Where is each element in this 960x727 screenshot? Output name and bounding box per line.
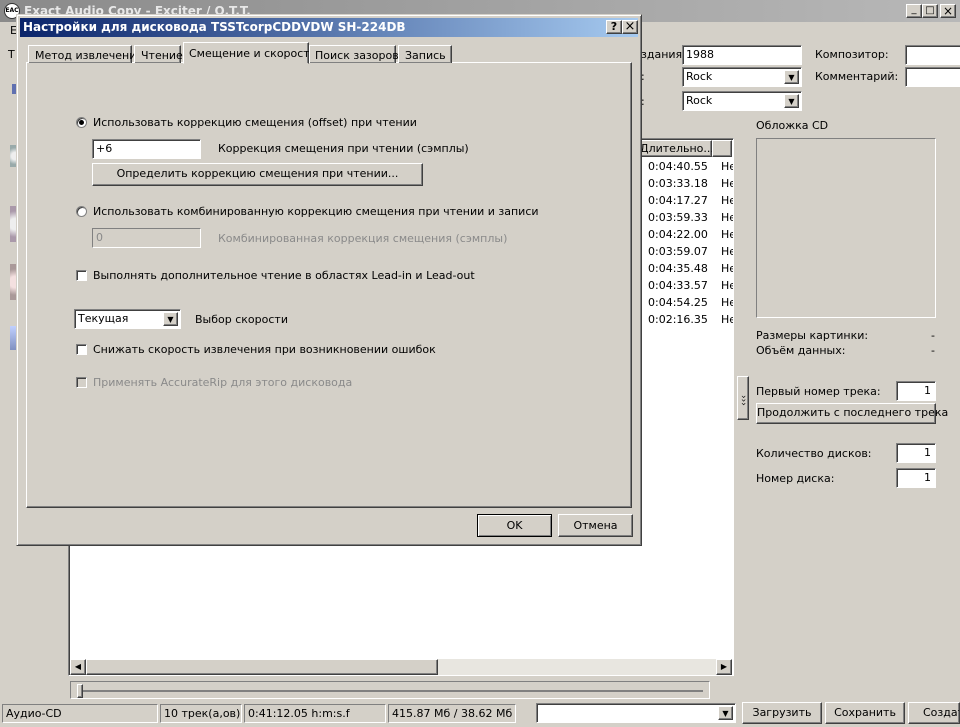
status-mode: Аудио-CD xyxy=(2,704,158,723)
tab-offset-speed[interactable]: Смещение и скорость xyxy=(183,42,316,64)
combined-offset-radio[interactable] xyxy=(76,206,87,217)
genre-select[interactable]: Rock ▼ xyxy=(682,67,802,87)
image-size-label: Размеры картинки: xyxy=(756,329,869,342)
accuraterip-checkbox[interactable] xyxy=(76,377,87,388)
tab-reading[interactable]: Чтение xyxy=(134,45,183,63)
tab-extraction-method[interactable]: Метод извлечения xyxy=(28,45,143,63)
track-duration: 0:03:33.18 xyxy=(648,177,708,190)
track-status: Не xyxy=(721,279,733,292)
accuraterip-label: Применять AccurateRip для этого дисковод… xyxy=(93,376,353,389)
comment-label: Комментарий: xyxy=(815,70,899,83)
track-status: Не xyxy=(721,228,733,241)
dialog-titlebar: Настройки для дисковода TSSTcorpCDDVDW S… xyxy=(20,18,638,37)
combined-input-label: Комбинированная коррекция смещения (сэмп… xyxy=(218,232,508,245)
data-size-label: Объём данных: xyxy=(756,344,846,357)
track-status: Не xyxy=(721,313,733,326)
reduce-speed-checkbox[interactable] xyxy=(76,344,87,355)
track-duration: 0:02:16.35 xyxy=(648,313,708,326)
cover-image-box[interactable] xyxy=(756,138,936,318)
track-status: Не xyxy=(721,245,733,258)
ok-button[interactable]: OK xyxy=(477,514,552,537)
status-column-header[interactable] xyxy=(712,140,732,157)
composer-input[interactable] xyxy=(905,45,960,65)
duration-column-header[interactable]: Длительно... xyxy=(636,140,714,157)
dialog-close-button[interactable]: × xyxy=(622,20,638,34)
comment-input[interactable] xyxy=(905,67,960,87)
disc-count-input[interactable]: 1 xyxy=(896,443,936,463)
year-input[interactable]: 1988 xyxy=(682,45,802,65)
track-status: Не xyxy=(721,211,733,224)
data-size-value: - xyxy=(931,344,935,357)
status-total-time: 0:41:12.05 h:m:s.f xyxy=(244,704,386,723)
first-track-input[interactable]: 1 xyxy=(896,381,936,401)
continue-numbering-button[interactable]: Продолжить с последнего трека xyxy=(756,403,948,424)
track-duration: 0:03:59.07 xyxy=(648,245,708,258)
chevron-down-icon[interactable]: ▼ xyxy=(784,94,799,108)
panel-collapse-button[interactable]: ››› xyxy=(737,376,749,420)
year-label: здания: xyxy=(641,48,686,61)
combined-offset-input[interactable]: 0 xyxy=(92,228,201,248)
track-status: Не xyxy=(721,177,733,190)
speed-select[interactable]: Текущая ▼ xyxy=(74,309,181,329)
tab-gap-detection[interactable]: Поиск зазоров xyxy=(309,45,399,63)
speed-label: Выбор скорости xyxy=(195,313,288,326)
close-window-button[interactable]: × xyxy=(940,4,956,18)
track-duration: 0:04:40.55 xyxy=(648,160,708,173)
scroll-right-icon[interactable]: ▶ xyxy=(716,659,732,675)
create-button[interactable]: Создат xyxy=(908,702,960,724)
scroll-left-icon[interactable]: ◀ xyxy=(70,659,86,675)
composer-label: Композитор: xyxy=(815,48,889,61)
track-duration: 0:04:54.25 xyxy=(648,296,708,309)
maximize-button[interactable]: □ xyxy=(922,4,938,18)
track-duration: 0:04:35.48 xyxy=(648,262,708,275)
track-status: Не xyxy=(721,296,733,309)
offset-radio[interactable] xyxy=(76,117,87,128)
track-status: Не xyxy=(721,262,733,275)
settings-dialog: Настройки для дисковода TSSTcorpCDDVDW S… xyxy=(16,14,642,546)
help-button[interactable]: ? xyxy=(606,20,622,34)
cancel-button[interactable]: Отмена xyxy=(558,514,633,537)
toolbar-label: T xyxy=(8,48,15,61)
chevron-down-icon[interactable]: ▼ xyxy=(784,70,799,84)
minimize-button[interactable]: _ xyxy=(906,4,922,18)
chevron-down-icon[interactable]: ▼ xyxy=(163,312,178,326)
dialog-title: Настройки для дисковода TSSTcorpCDDVDW S… xyxy=(23,20,406,34)
track-status: Не xyxy=(721,194,733,207)
slider-thumb[interactable] xyxy=(77,684,83,698)
tab-writing[interactable]: Запись xyxy=(398,45,452,63)
first-track-label: Первый номер трека: xyxy=(756,385,881,398)
track-duration: 0:04:17.27 xyxy=(648,194,708,207)
offset-input[interactable]: +6 xyxy=(92,139,201,159)
disc-number-label: Номер диска: xyxy=(756,472,835,485)
slider-track xyxy=(77,690,703,692)
cover-label: Обложка CD xyxy=(756,119,829,132)
offset-input-label: Коррекция смещения при чтении (сэмплы) xyxy=(218,142,469,155)
status-select[interactable]: ▼ xyxy=(536,703,736,723)
disc-number-input[interactable]: 1 xyxy=(896,468,936,488)
combined-radio-label[interactable]: Использовать комбинированную коррекцию с… xyxy=(93,205,539,218)
track-status: Не xyxy=(721,160,733,173)
save-button[interactable]: Сохранить xyxy=(825,702,905,724)
chevron-down-icon[interactable]: ▼ xyxy=(718,706,733,720)
status-track-count: 10 трек(а,ов) xyxy=(160,704,242,723)
leadin-checkbox-label[interactable]: Выполнять дополнительное чтение в област… xyxy=(93,269,475,282)
status-size: 415.87 Мб / 38.62 Мб xyxy=(388,704,516,723)
scroll-thumb[interactable] xyxy=(86,659,438,675)
track-duration: 0:04:22.00 xyxy=(648,228,708,241)
track-list-hscroll[interactable]: ◀ ▶ xyxy=(70,659,732,675)
style-select[interactable]: Rock ▼ xyxy=(682,91,802,111)
image-size-value: - xyxy=(931,329,935,342)
leadin-checkbox[interactable] xyxy=(76,270,87,281)
track-duration: 0:04:33.57 xyxy=(648,279,708,292)
track-duration: 0:03:59.33 xyxy=(648,211,708,224)
disc-count-label: Количество дисков: xyxy=(756,447,872,460)
reduce-speed-label[interactable]: Снижать скорость извлечения при возникно… xyxy=(93,343,436,356)
position-slider[interactable] xyxy=(70,681,710,699)
offset-radio-label[interactable]: Использовать коррекцию смещения (offset)… xyxy=(93,116,417,129)
load-button[interactable]: Загрузить xyxy=(742,702,822,724)
radio-dot xyxy=(79,120,84,125)
detect-offset-button[interactable]: Определить коррекцию смещения при чтении… xyxy=(92,163,423,186)
